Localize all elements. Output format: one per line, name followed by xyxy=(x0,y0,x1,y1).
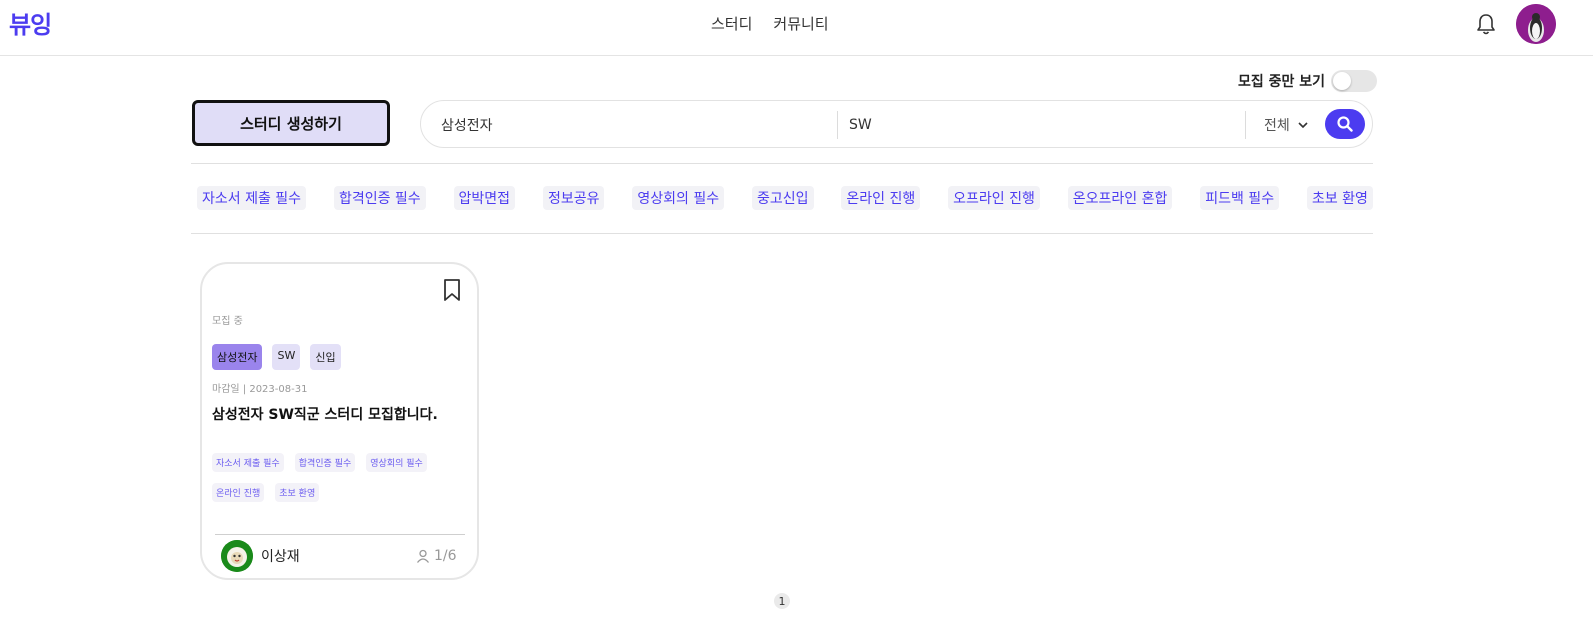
recruiting-toggle[interactable] xyxy=(1331,70,1378,92)
tag-filter-list: 자소서 제출 필수 합격인증 필수 압박면접 정보공유 영상회의 필수 중고신입… xyxy=(197,186,1373,210)
author-name[interactable]: 이상재 xyxy=(261,546,300,566)
career-badge: 신입 xyxy=(310,344,341,370)
tag-filter[interactable]: 초보 환영 xyxy=(1306,186,1373,210)
card-tag: 영상회의 필수 xyxy=(366,453,427,472)
member-count: 1/6 xyxy=(416,548,457,564)
author-avatar[interactable] xyxy=(221,540,253,572)
recruiting-filter-label: 모집 중만 보기 xyxy=(1238,74,1326,90)
tag-filter[interactable]: 자소서 제출 필수 xyxy=(197,186,307,210)
search-button[interactable] xyxy=(1325,109,1365,139)
section-divider xyxy=(191,163,1373,164)
study-card[interactable]: 모집 중 삼성전자 SW 신입 마감일 | 2023-08-31 삼성전자 SW… xyxy=(200,262,479,580)
main-nav: 스터디 커뮤니티 xyxy=(711,13,829,34)
card-badges: 삼성전자 SW 신입 xyxy=(212,344,341,370)
card-tag: 초보 환영 xyxy=(275,483,320,502)
tag-filter[interactable]: 중고신입 xyxy=(751,186,814,210)
tag-filter[interactable]: 합격인증 필수 xyxy=(333,186,426,210)
logo[interactable]: 뷰잉 xyxy=(9,5,52,40)
card-divider xyxy=(215,534,465,535)
top-header: 뷰잉 스터디 커뮤니티 xyxy=(0,0,1593,56)
card-tags: 자소서 제출 필수 합격인증 필수 영상회의 필수 온라인 진행 초보 환영 xyxy=(212,453,462,502)
profile-avatar[interactable] xyxy=(1516,4,1556,44)
user-icon xyxy=(416,549,430,563)
tag-filter[interactable]: 오프라인 진행 xyxy=(948,186,1040,210)
tag-filter[interactable]: 온라인 진행 xyxy=(841,186,921,210)
search-divider xyxy=(837,111,838,139)
tag-filter[interactable]: 피드백 필수 xyxy=(1200,186,1280,210)
deadline: 마감일 | 2023-08-31 xyxy=(212,384,308,395)
recruit-status: 모집 중 xyxy=(212,316,243,327)
tag-filter[interactable]: 압박면접 xyxy=(453,186,516,210)
create-study-button[interactable]: 스터디 생성하기 xyxy=(192,100,390,146)
page-number[interactable]: 1 xyxy=(774,593,790,609)
section-divider xyxy=(191,233,1373,234)
job-search-input[interactable] xyxy=(849,110,1239,140)
card-title: 삼성전자 SW직군 스터디 모집합니다. xyxy=(212,407,438,423)
company-badge: 삼성전자 xyxy=(212,344,263,370)
category-select[interactable]: 전체 xyxy=(1264,115,1308,135)
recruiting-filter: 모집 중만 보기 xyxy=(1238,70,1378,92)
search-divider xyxy=(1245,111,1246,139)
member-count-text: 1/6 xyxy=(434,548,457,564)
chevron-down-icon xyxy=(1298,122,1308,129)
search-bar: 전체 xyxy=(420,100,1373,148)
nav-community[interactable]: 커뮤니티 xyxy=(773,13,828,34)
search-icon xyxy=(1337,116,1353,132)
nav-study[interactable]: 스터디 xyxy=(711,13,752,34)
card-tag: 온라인 진행 xyxy=(212,483,265,502)
card-tag: 합격인증 필수 xyxy=(294,453,356,472)
bookmark-icon[interactable] xyxy=(441,278,463,302)
card-tag: 자소서 제출 필수 xyxy=(212,453,284,472)
company-search-input[interactable] xyxy=(441,110,831,140)
category-select-value: 전체 xyxy=(1264,118,1290,134)
job-badge: SW xyxy=(272,344,301,370)
tag-filter[interactable]: 온오프라인 혼합 xyxy=(1067,186,1173,210)
bell-icon[interactable] xyxy=(1475,12,1497,36)
tag-filter[interactable]: 영상회의 필수 xyxy=(632,186,725,210)
toggle-knob xyxy=(1333,72,1352,90)
tag-filter[interactable]: 정보공유 xyxy=(542,186,605,210)
